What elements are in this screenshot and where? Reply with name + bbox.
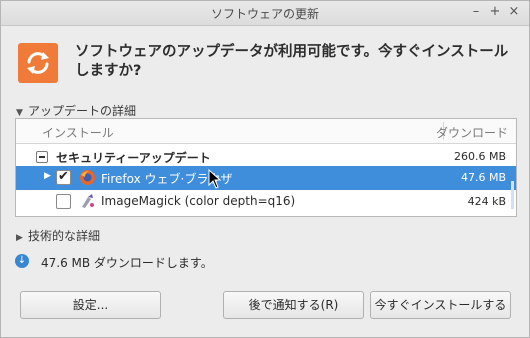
imagemagick-icon xyxy=(82,194,94,208)
details-expander[interactable]: ▼ アップデートの詳細 xyxy=(16,102,136,119)
maximize-button[interactable]: + xyxy=(487,4,503,20)
update-window: ソフトウェアの更新 – + × ソフトウェアのアップデータが利用可能です。今すぐ… xyxy=(0,0,530,338)
settings-button[interactable]: 設定... xyxy=(20,291,161,319)
checkmark-icon: ✔ xyxy=(58,169,69,184)
partial-check-icon[interactable] xyxy=(36,151,48,163)
imagemagick-label: ImageMagick (color depth=q16) xyxy=(101,194,296,208)
firefox-icon xyxy=(80,170,95,185)
group-label: セキュリティーアップデート xyxy=(56,151,211,165)
firefox-checkbox[interactable]: ✔ xyxy=(56,169,71,185)
imagemagick-checkbox[interactable] xyxy=(56,194,71,209)
window-title: ソフトウェアの更新 xyxy=(210,7,319,21)
expanded-arrow-icon: ▼ xyxy=(16,108,23,118)
download-icon: ↓ xyxy=(15,254,29,268)
tech-details-label: 技術的な詳細 xyxy=(28,229,101,243)
headline-message: ソフトウェアのアップデータが利用可能です。今すぐインストールしますか? xyxy=(75,44,509,79)
details-expander-label: アップデートの詳細 xyxy=(28,104,137,118)
title-bar[interactable]: ソフトウェアの更新 – + × xyxy=(1,1,529,26)
notify-later-button[interactable]: 後で通知する(R) xyxy=(223,291,364,319)
group-size: 260.6 MB xyxy=(453,150,506,163)
list-item-imagemagick[interactable]: ImageMagick (color depth=q16) 424 kB xyxy=(16,190,516,214)
imagemagick-size: 424 kB xyxy=(467,195,506,208)
firefox-size: 47.6 MB xyxy=(460,171,506,184)
list-header: インストール ダウンロード xyxy=(16,119,516,144)
list-scrollbar[interactable] xyxy=(511,181,514,209)
tech-details-expander[interactable]: ▶ 技術的な詳細 xyxy=(16,227,100,244)
mouse-pointer-icon xyxy=(208,169,222,189)
software-updater-icon xyxy=(18,43,58,83)
column-install[interactable]: インストール xyxy=(42,124,114,141)
column-download[interactable]: ダウンロード xyxy=(436,124,508,141)
close-button[interactable]: × xyxy=(506,4,522,20)
minimize-button[interactable]: – xyxy=(468,4,484,20)
list-item-firefox[interactable]: ▶ ✔ Firefox ウェブ·ブラウザ 47.6 MB xyxy=(16,166,516,190)
update-list[interactable]: インストール ダウンロード セキュリティーアップデート 260.6 MB ▶ ✔… xyxy=(15,118,517,217)
download-size-text: 47.6 MB ダウンロードします。 xyxy=(41,256,213,270)
expand-arrow-icon[interactable]: ▶ xyxy=(44,171,51,181)
collapsed-arrow-icon: ▶ xyxy=(16,233,23,243)
install-now-button[interactable]: 今すぐインストールする xyxy=(370,291,511,319)
